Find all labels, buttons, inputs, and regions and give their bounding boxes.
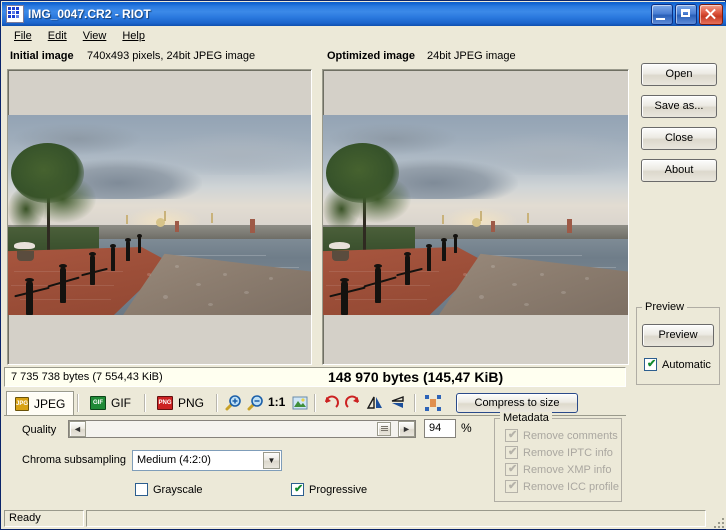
grayscale-checkbox[interactable] bbox=[135, 483, 148, 496]
flip-vertical-icon[interactable] bbox=[388, 394, 406, 412]
sidebar: Open Save as... Close About Preview Prev… bbox=[632, 45, 724, 507]
actual-size-label[interactable]: 1:1 bbox=[268, 395, 285, 409]
optimized-image-info: 24bit JPEG image bbox=[427, 50, 516, 62]
chevron-down-icon[interactable]: ▼ bbox=[263, 452, 280, 469]
menu-bar: File Edit View Help bbox=[2, 26, 726, 45]
resize-image-icon[interactable] bbox=[424, 394, 442, 412]
fit-image-icon[interactable] bbox=[291, 394, 309, 412]
initial-image-title: Initial image bbox=[10, 50, 74, 62]
remove-comments-label: Remove comments bbox=[523, 430, 618, 442]
remove-icc-label: Remove ICC profile bbox=[523, 481, 619, 493]
tab-png[interactable]: PNG PNG bbox=[149, 391, 213, 415]
automatic-preview-label: Automatic bbox=[662, 359, 711, 371]
maximize-button[interactable] bbox=[675, 4, 697, 25]
menu-view-label: View bbox=[82, 29, 107, 42]
title-bar: IMG_0047.CR2 - RIOT bbox=[2, 2, 726, 26]
remove-xmp-checkbox: ✔ bbox=[505, 463, 518, 476]
quality-slider-increase[interactable]: ► bbox=[398, 421, 415, 437]
remove-iptc-checkbox: ✔ bbox=[505, 446, 518, 459]
quality-slider[interactable]: ◄ ► bbox=[68, 420, 416, 438]
optimized-image-pane[interactable] bbox=[322, 69, 629, 365]
initial-image-info: 740x493 pixels, 24bit JPEG image bbox=[87, 50, 256, 62]
file-size-bar: 7 735 738 bytes (7 554,43 KiB) 148 970 b… bbox=[4, 367, 626, 387]
zoom-in-icon[interactable] bbox=[224, 394, 242, 412]
quality-value-input[interactable]: 94 bbox=[424, 419, 456, 438]
preview-group-title: Preview bbox=[642, 301, 688, 313]
tab-png-label: PNG bbox=[178, 396, 205, 410]
grayscale-label: Grayscale bbox=[153, 484, 203, 496]
close-file-button[interactable]: Close bbox=[641, 127, 717, 150]
riot-main-window: IMG_0047.CR2 - RIOT File Edit View Help … bbox=[0, 0, 726, 530]
optimized-image-photo bbox=[323, 115, 628, 315]
jpeg-format-icon: JPG bbox=[15, 396, 30, 411]
close-button[interactable] bbox=[699, 4, 723, 25]
client-area: Initial image 740x493 pixels, 24bit JPEG… bbox=[2, 45, 726, 508]
optimized-image-title: Optimized image bbox=[327, 50, 416, 62]
tab-jpeg-label: JPEG bbox=[34, 396, 66, 411]
initial-image-pane[interactable] bbox=[7, 69, 312, 365]
window-controls bbox=[651, 4, 723, 25]
metadata-group: Metadata ✔ Remove comments ✔ Remove IPTC… bbox=[494, 412, 622, 502]
percent-label: % bbox=[461, 421, 472, 435]
tab-gif[interactable]: GIF GIF bbox=[82, 391, 142, 415]
compress-to-size-button[interactable]: Compress to size bbox=[456, 393, 578, 413]
riot-app-icon bbox=[6, 5, 24, 23]
initial-image-photo bbox=[8, 115, 311, 315]
tab-gif-label: GIF bbox=[111, 396, 131, 410]
quality-slider-decrease[interactable]: ◄ bbox=[69, 421, 86, 437]
image-compare-area: Initial image 740x493 pixels, 24bit JPEG… bbox=[5, 47, 629, 385]
status-text: Ready bbox=[4, 510, 84, 527]
chroma-subsampling-value: Medium (4:2:0) bbox=[137, 454, 211, 466]
gif-format-icon: GIF bbox=[90, 396, 106, 410]
chroma-subsampling-select[interactable]: Medium (4:2:0) ▼ bbox=[132, 450, 282, 471]
save-as-button[interactable]: Save as... bbox=[641, 95, 717, 118]
zoom-out-icon[interactable] bbox=[246, 394, 264, 412]
image-labels-row: Initial image 740x493 pixels, 24bit JPEG… bbox=[5, 47, 629, 67]
png-format-icon: PNG bbox=[157, 396, 173, 410]
menu-help[interactable]: Help bbox=[114, 28, 153, 44]
quality-label: Quality bbox=[22, 424, 57, 436]
automatic-preview-checkbox[interactable]: ✔ bbox=[644, 358, 657, 371]
jpeg-options-panel: Quality ◄ ► 94 % Chroma subsampling Medi… bbox=[4, 412, 626, 506]
menu-file-label: File bbox=[14, 29, 32, 42]
status-bar: Ready bbox=[2, 508, 726, 529]
quality-slider-thumb[interactable] bbox=[377, 422, 391, 436]
menu-help-label: Help bbox=[122, 29, 145, 42]
remove-iptc-label: Remove IPTC info bbox=[523, 447, 613, 459]
open-button[interactable]: Open bbox=[641, 63, 717, 86]
remove-icc-checkbox: ✔ bbox=[505, 480, 518, 493]
preview-button[interactable]: Preview bbox=[642, 324, 714, 347]
progressive-checkbox[interactable]: ✔ bbox=[291, 483, 304, 496]
initial-file-size: 7 735 738 bytes (7 554,43 KiB) bbox=[11, 371, 163, 383]
rotate-left-icon[interactable] bbox=[322, 394, 340, 412]
rotate-right-icon[interactable] bbox=[344, 394, 362, 412]
metadata-group-title: Metadata bbox=[500, 412, 552, 424]
about-button[interactable]: About bbox=[641, 159, 717, 182]
remove-comments-checkbox: ✔ bbox=[505, 429, 518, 442]
menu-edit-label: Edit bbox=[47, 29, 67, 42]
status-secondary-panel bbox=[86, 510, 706, 527]
menu-file[interactable]: File bbox=[6, 28, 40, 44]
remove-xmp-label: Remove XMP info bbox=[523, 464, 612, 476]
minimize-button[interactable] bbox=[651, 4, 673, 25]
optimized-file-size: 148 970 bytes (145,47 KiB) bbox=[328, 369, 504, 385]
progressive-label: Progressive bbox=[309, 484, 368, 496]
chroma-subsampling-label: Chroma subsampling bbox=[22, 454, 126, 466]
tab-jpeg[interactable]: JPG JPEG bbox=[6, 391, 74, 415]
flip-horizontal-icon[interactable] bbox=[366, 394, 384, 412]
preview-group: Preview Preview ✔ Automatic bbox=[636, 301, 720, 385]
resize-grip-icon[interactable] bbox=[710, 514, 724, 528]
menu-edit[interactable]: Edit bbox=[40, 28, 75, 44]
window-title: IMG_0047.CR2 - RIOT bbox=[28, 7, 151, 21]
menu-view[interactable]: View bbox=[75, 28, 115, 44]
